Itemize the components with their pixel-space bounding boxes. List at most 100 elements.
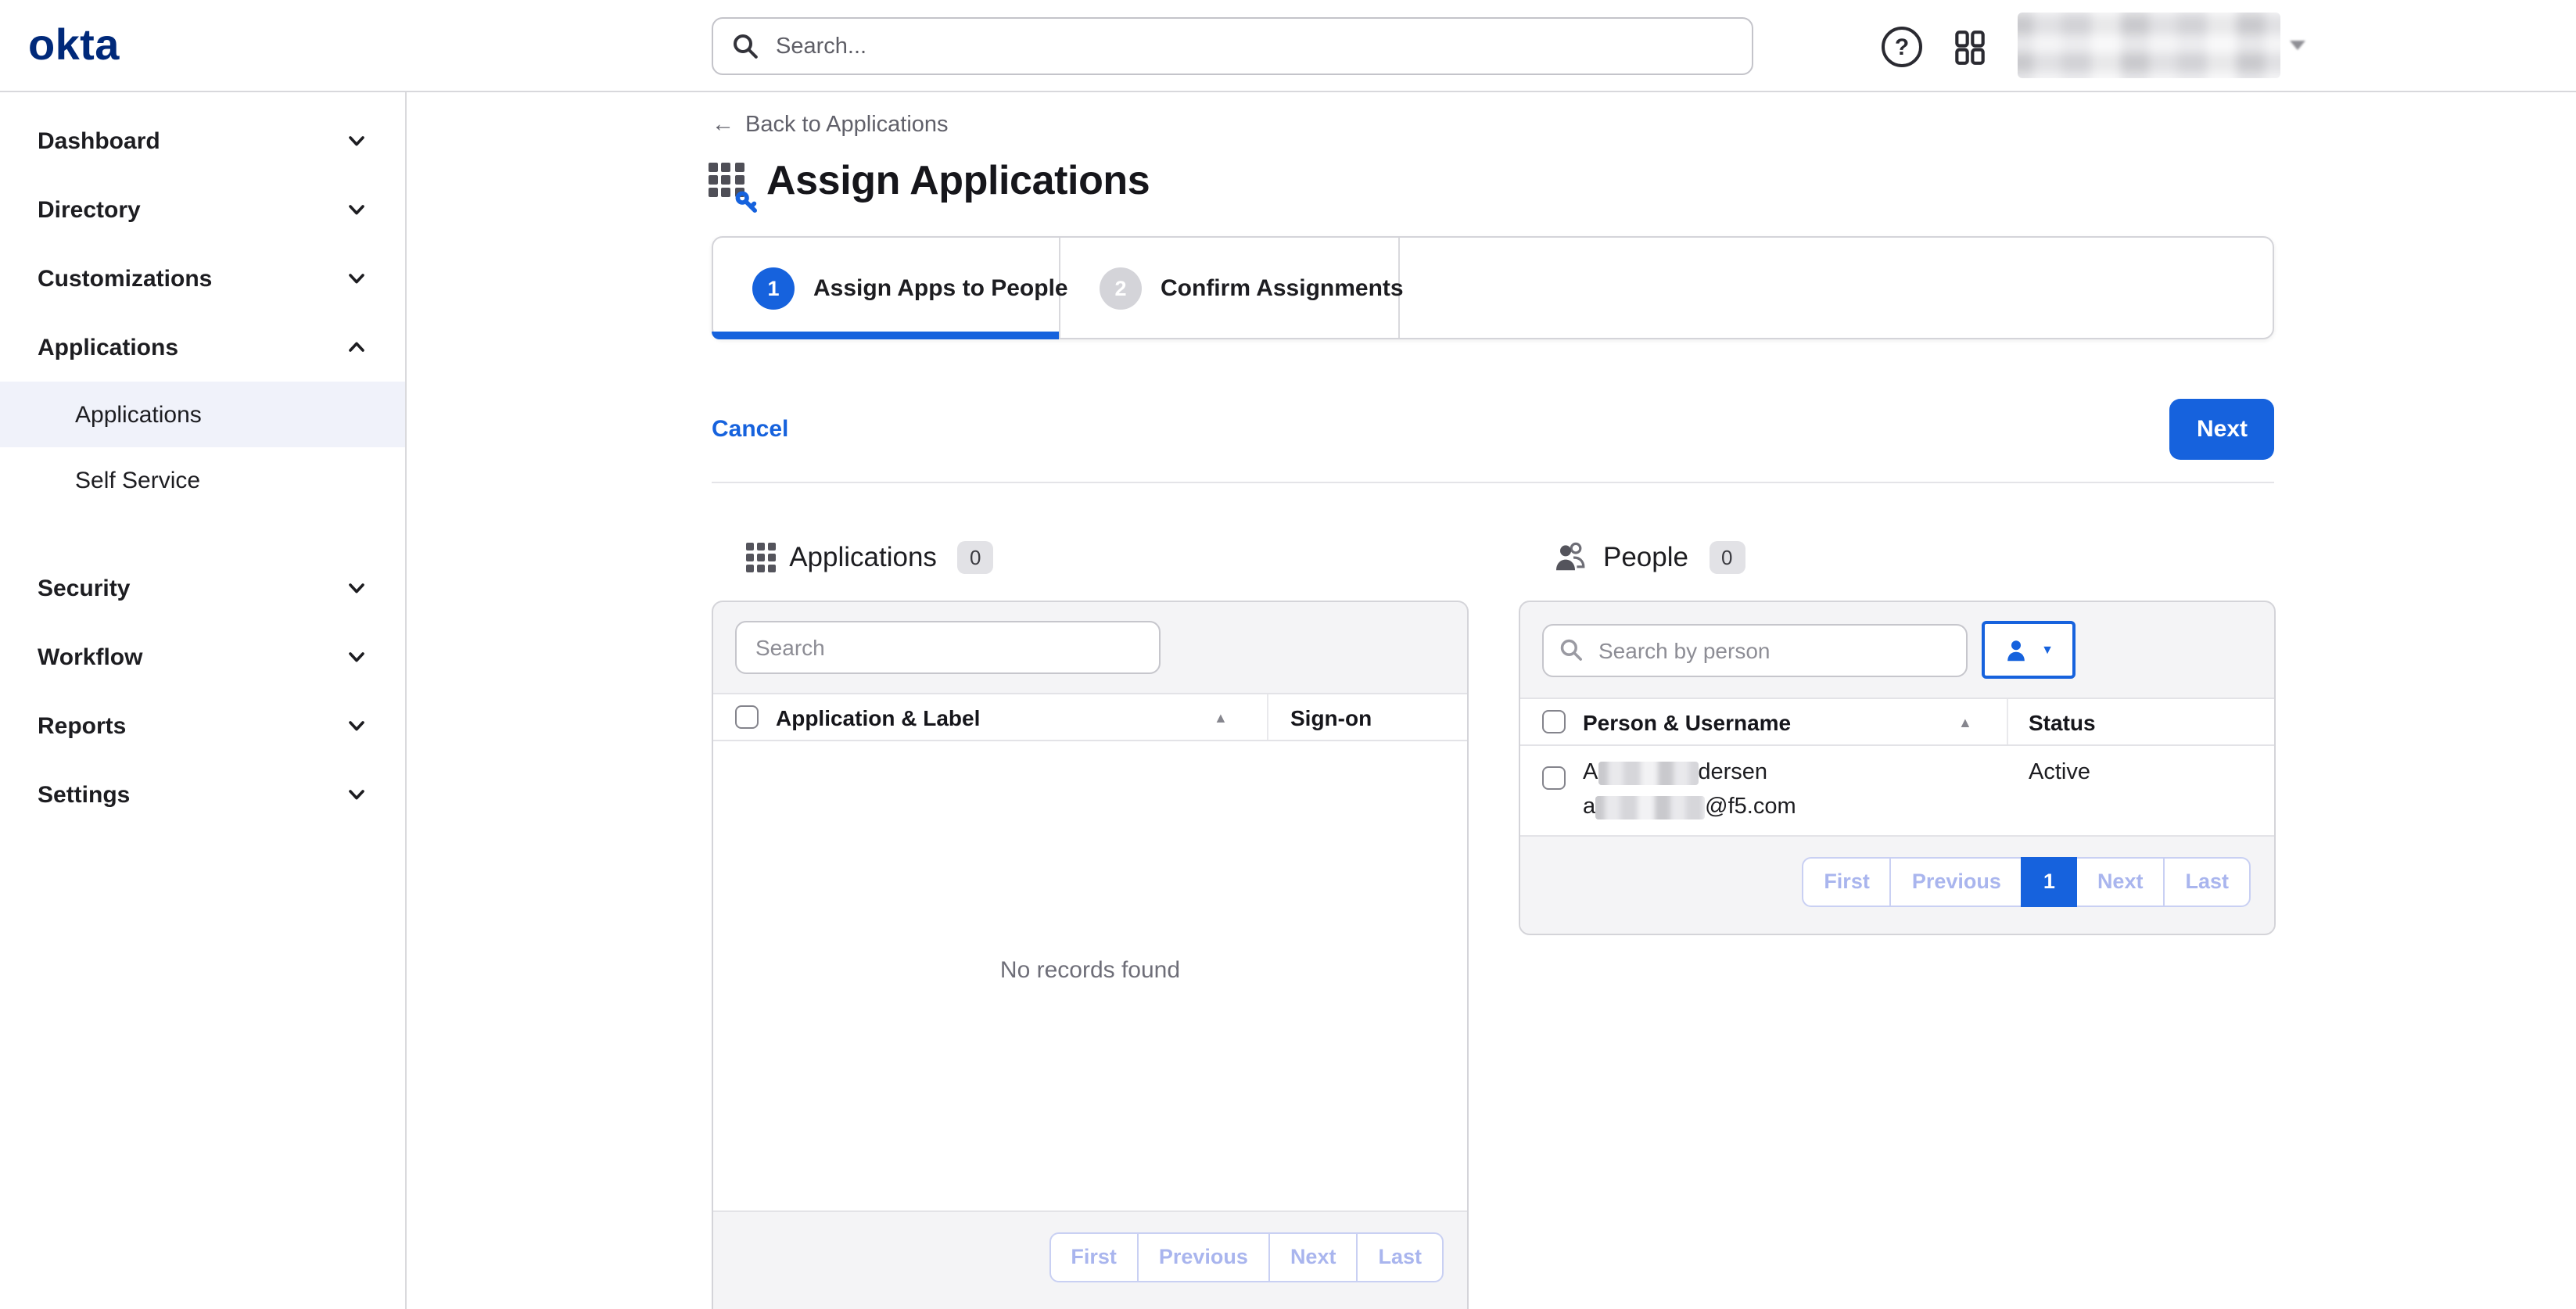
applications-table-body: No records found: [713, 741, 1467, 1210]
user-name-redacted: [2018, 13, 2280, 78]
person-username-prefix: a: [1583, 794, 1595, 819]
chevron-down-icon: [346, 577, 368, 599]
sort-ascending-icon[interactable]: ▲: [1214, 710, 1228, 726]
apps-last-page-button[interactable]: Last: [1356, 1232, 1444, 1282]
person-username-suffix: @f5.com: [1705, 794, 1796, 819]
page-title: Assign Applications: [709, 156, 1150, 205]
apps-first-page-button[interactable]: First: [1049, 1232, 1139, 1282]
step-assign-apps[interactable]: 1 Assign Apps to People: [713, 238, 1060, 338]
applications-heading-label: Applications: [789, 541, 937, 574]
sidebar-item-dashboard[interactable]: Dashboard: [0, 106, 405, 175]
cancel-button[interactable]: Cancel: [712, 415, 788, 442]
back-to-applications-link[interactable]: ← Back to Applications: [712, 113, 949, 138]
sidebar-item-label: Reports: [38, 712, 126, 739]
app-launcher-icon[interactable]: [1949, 27, 1991, 69]
step-label: Confirm Assignments: [1161, 274, 1404, 301]
global-search-input[interactable]: [773, 32, 1733, 60]
applications-table-header: Application & Label ▲ Sign-on: [713, 693, 1467, 741]
people-pagination-bar: First Previous 1 Next Last: [1520, 835, 2274, 927]
sidebar-item-security[interactable]: Security: [0, 554, 405, 622]
people-heading: People 0: [1553, 541, 1745, 574]
people-search-input[interactable]: [1595, 636, 1950, 664]
step-number-badge: 2: [1100, 267, 1142, 309]
wizard-steps: 1 Assign Apps to People 2 Confirm Assign…: [712, 236, 2274, 339]
applications-count-badge: 0: [957, 541, 993, 574]
okta-admin-page: okta ? Dashboard Directo: [0, 0, 2576, 1309]
people-search-bar: ▼: [1520, 602, 2274, 698]
search-icon: [1559, 638, 1583, 662]
people-heading-label: People: [1603, 541, 1688, 574]
sort-ascending-icon[interactable]: ▲: [1958, 715, 1972, 730]
sidebar-subitem-label: Self Service: [75, 467, 200, 493]
next-button[interactable]: Next: [2170, 398, 2274, 459]
person-row[interactable]: A dersen a @f5.com Active: [1520, 746, 2274, 835]
caret-down-icon: ▼: [2041, 644, 2054, 656]
sidebar-item-workflow[interactable]: Workflow: [0, 622, 405, 691]
applications-grid-icon: [746, 543, 775, 572]
main-content: ← Back to Applications Assign Applicatio…: [407, 92, 2576, 1309]
assign-applications-icon: [709, 162, 749, 203]
help-icon[interactable]: ?: [1882, 27, 1922, 67]
people-count-badge: 0: [1709, 541, 1745, 574]
page-title-text: Assign Applications: [766, 156, 1150, 205]
chevron-down-icon: [346, 784, 368, 805]
person-name: A dersen: [1583, 760, 1767, 785]
sidebar-nav: Dashboard Directory Customizations Appli…: [0, 92, 407, 1309]
back-link-label: Back to Applications: [745, 113, 949, 138]
okta-logo[interactable]: okta: [28, 22, 120, 69]
no-records-text: No records found: [713, 741, 1467, 984]
step-number-badge: 1: [752, 267, 795, 309]
applications-heading: Applications 0: [746, 541, 993, 574]
person-name-suffix: dersen: [1698, 760, 1767, 785]
apps-previous-page-button[interactable]: Previous: [1137, 1232, 1270, 1282]
people-table-header: Person & Username ▲ Status: [1520, 698, 2274, 746]
chevron-up-icon: [346, 336, 368, 358]
global-search[interactable]: [712, 17, 1753, 75]
sidebar-item-label: Settings: [38, 781, 130, 808]
chevron-down-icon: [346, 199, 368, 221]
person-username: a @f5.com: [1583, 794, 1796, 819]
people-page-1-button[interactable]: 1: [2022, 857, 2077, 906]
apps-next-page-button[interactable]: Next: [1268, 1232, 1358, 1282]
step-confirm-assignments[interactable]: 2 Confirm Assignments: [1060, 238, 1400, 338]
sidebar-item-reports[interactable]: Reports: [0, 691, 405, 760]
person-filter-dropdown[interactable]: ▼: [1982, 621, 2076, 679]
step-label: Assign Apps to People: [813, 274, 1068, 301]
chevron-down-icon: [346, 715, 368, 737]
sidebar-item-settings[interactable]: Settings: [0, 760, 405, 829]
person-username-column-header[interactable]: Person & Username: [1583, 709, 1791, 734]
people-previous-page-button[interactable]: Previous: [1890, 857, 2023, 906]
search-icon: [732, 33, 759, 59]
select-all-apps-checkbox[interactable]: [735, 705, 759, 729]
status-column-header[interactable]: Status: [2029, 709, 2096, 734]
applications-search-input[interactable]: [752, 633, 1143, 662]
sidebar-item-customizations[interactable]: Customizations: [0, 244, 405, 313]
people-first-page-button[interactable]: First: [1802, 857, 1892, 906]
top-bar: okta ?: [0, 0, 2576, 92]
applications-pagination-bar: First Previous Next Last: [713, 1210, 1467, 1302]
person-status: Active: [2029, 760, 2090, 785]
sidebar-spacer: [0, 513, 405, 554]
sidebar-subitem-applications[interactable]: Applications: [0, 382, 405, 447]
sidebar-subitem-self-service[interactable]: Self Service: [0, 447, 405, 513]
sign-on-column-header[interactable]: Sign-on: [1290, 705, 1372, 730]
person-row-checkbox[interactable]: [1542, 766, 1566, 790]
chevron-down-icon: [346, 267, 368, 289]
person-name-prefix: A: [1583, 760, 1598, 785]
applications-panel: Application & Label ▲ Sign-on No records…: [712, 601, 1469, 1309]
column-divider: [1267, 694, 1268, 740]
back-arrow-icon: ←: [712, 113, 734, 138]
people-next-page-button[interactable]: Next: [2076, 857, 2165, 906]
select-all-people-checkbox[interactable]: [1542, 710, 1566, 733]
sidebar-item-label: Directory: [38, 196, 141, 223]
user-menu[interactable]: [2018, 13, 2312, 78]
user-menu-caret-icon: [2290, 41, 2305, 50]
applications-search-bar: [713, 602, 1467, 693]
sidebar-item-directory[interactable]: Directory: [0, 175, 405, 244]
people-last-page-button[interactable]: Last: [2163, 857, 2251, 906]
person-username-redacted: [1595, 795, 1705, 819]
sidebar-item-applications[interactable]: Applications: [0, 313, 405, 382]
sidebar-item-label: Customizations: [38, 265, 212, 292]
sidebar-item-label: Workflow: [38, 644, 142, 670]
application-label-column-header[interactable]: Application & Label: [776, 705, 980, 730]
